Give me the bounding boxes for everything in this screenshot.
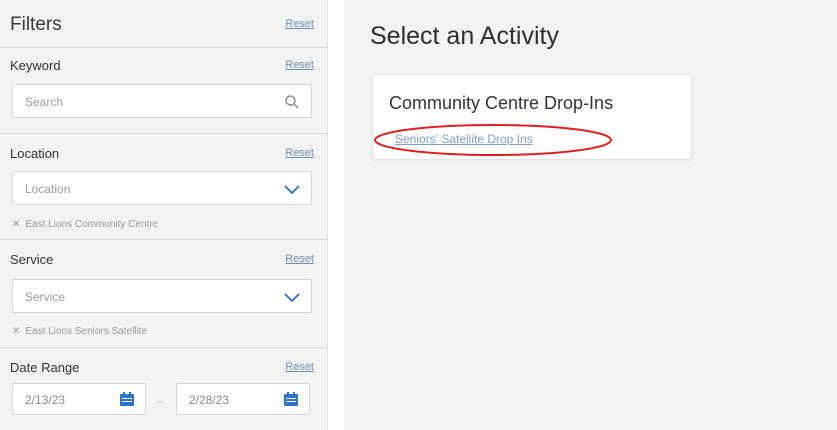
- filters-title: Filters: [10, 14, 62, 35]
- location-label: Location: [10, 146, 60, 161]
- date-range-reset-link[interactable]: Reset: [285, 361, 314, 373]
- activity-card-title: Community Centre Drop-Ins: [389, 93, 614, 113]
- service-label: Service: [10, 252, 54, 267]
- location-reset-link[interactable]: Reset: [285, 147, 314, 159]
- location-dropdown-placeholder: Location: [25, 182, 71, 196]
- filters-header: Filters Reset: [0, 0, 328, 48]
- service-chip-label: East Lions Seniors Satellite: [25, 326, 148, 337]
- keyword-search-input[interactable]: Search: [12, 84, 312, 118]
- start-date-input[interactable]: 2/13/23: [12, 383, 146, 415]
- keyword-label: Keyword: [10, 58, 61, 73]
- start-date-value: 2/13/23: [25, 393, 66, 407]
- close-icon[interactable]: ✕: [12, 326, 20, 337]
- chevron-down-icon[interactable]: [283, 180, 301, 198]
- activity-card: Community Centre Drop-Ins Seniors' Satel…: [372, 74, 692, 160]
- calendar-icon[interactable]: [119, 391, 135, 407]
- location-dropdown[interactable]: Location: [12, 171, 312, 205]
- end-date-input[interactable]: 2/28/23: [176, 383, 310, 415]
- calendar-icon[interactable]: [283, 391, 299, 407]
- filters-reset-link[interactable]: Reset: [285, 18, 314, 30]
- date-range-separator: -: [158, 394, 162, 408]
- location-section: Location Reset Location ✕ East Lions Comm…: [0, 134, 328, 240]
- page-title: Select an Activity: [370, 22, 559, 50]
- service-selected-chip[interactable]: ✕ East Lions Seniors Satellite: [12, 326, 147, 337]
- service-dropdown[interactable]: Service: [12, 279, 312, 313]
- keyword-search-placeholder: Search: [25, 95, 64, 109]
- keyword-section: Keyword Reset Search: [0, 48, 328, 134]
- end-date-value: 2/28/23: [189, 393, 230, 407]
- service-dropdown-placeholder: Service: [25, 290, 66, 304]
- close-icon[interactable]: ✕: [12, 219, 20, 230]
- filters-sidebar: Filters Reset Keyword Reset Search Locat…: [0, 0, 328, 430]
- activity-main-panel: Select an Activity Community Centre Drop…: [344, 0, 837, 430]
- service-section: Service Reset Service ✕ East Lions Senior…: [0, 240, 328, 348]
- chevron-down-icon[interactable]: [283, 288, 301, 306]
- location-chip-label: East Lions Community Centre: [25, 219, 159, 230]
- keyword-reset-link[interactable]: Reset: [285, 59, 314, 71]
- service-reset-link[interactable]: Reset: [285, 253, 314, 265]
- red-ellipse-highlight: [374, 124, 612, 156]
- search-icon[interactable]: [283, 93, 301, 111]
- location-selected-chip[interactable]: ✕ East Lions Community Centre: [12, 219, 158, 230]
- date-range-label: Date Range: [10, 360, 80, 375]
